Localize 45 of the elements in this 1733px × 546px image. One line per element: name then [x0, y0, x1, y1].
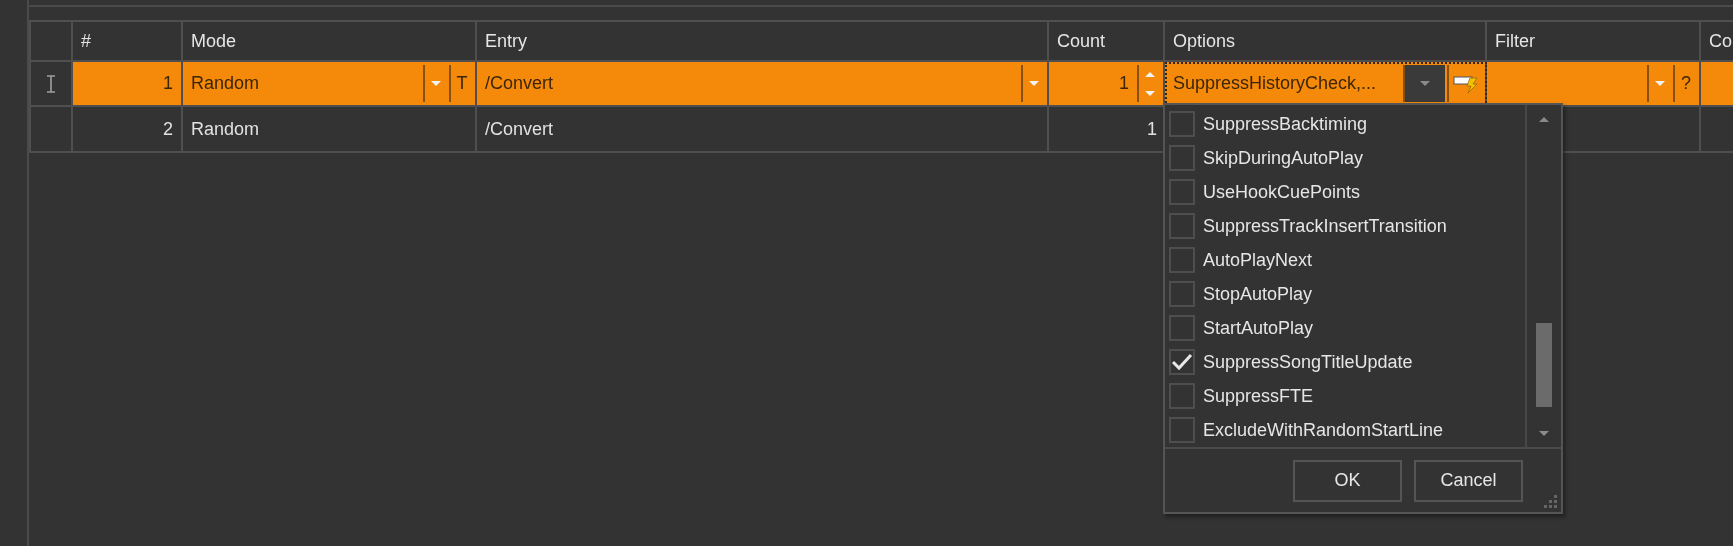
cell-text: 1	[1146, 118, 1158, 140]
checkbox[interactable]	[1169, 179, 1195, 205]
option-item[interactable]: SkipDuringAutoPlay	[1169, 141, 1525, 175]
option-item[interactable]: UseHookCuePoints	[1169, 175, 1525, 209]
caret-icon	[1419, 79, 1431, 88]
checkbox[interactable]	[1169, 213, 1195, 239]
checkbox[interactable]	[1169, 281, 1195, 307]
up-caret-icon	[1144, 69, 1156, 79]
cell-text: SuppressHistoryCheck,...	[1173, 73, 1378, 94]
row-number-cell: 2	[73, 107, 183, 153]
option-item[interactable]: SuppressTrackInsertTransition	[1169, 209, 1525, 243]
checkbox[interactable]	[1169, 145, 1195, 171]
scroll-down-icon	[1538, 429, 1550, 437]
caret-icon	[1654, 79, 1666, 88]
cell-text: /Convert	[485, 73, 555, 94]
checkbox[interactable]	[1169, 349, 1195, 375]
option-item[interactable]: StartAutoPlay	[1169, 311, 1525, 345]
checkbox[interactable]	[1169, 417, 1195, 443]
row-number-cell: 1	[73, 62, 183, 107]
option-item[interactable]: ExcludeWithRandomStartLine	[1169, 413, 1525, 447]
scroll-up-icon	[1538, 115, 1550, 123]
cell-text: /Convert	[485, 118, 555, 140]
row-indicator-cell[interactable]	[31, 107, 73, 153]
caret-icon	[1028, 79, 1040, 88]
cell-text: Random	[191, 73, 261, 94]
scrollbar-thumb[interactable]	[1536, 323, 1552, 407]
cell-text: 1	[1118, 73, 1130, 94]
ok-button[interactable]: OK	[1293, 459, 1402, 502]
caret-icon	[430, 79, 442, 88]
checkbox[interactable]	[1169, 315, 1195, 341]
text-cursor-icon	[45, 74, 57, 93]
checkbox[interactable]	[1169, 383, 1195, 409]
resize-grip-icon	[1544, 495, 1558, 509]
option-item[interactable]: StopAutoPlay	[1169, 277, 1525, 311]
option-item[interactable]: SuppressBacktiming	[1169, 107, 1525, 141]
lightning-icon	[1453, 73, 1479, 94]
check-icon	[1171, 353, 1193, 371]
checkbox[interactable]	[1169, 247, 1195, 273]
caret-icon	[1144, 88, 1156, 98]
cancel-button[interactable]: Cancel	[1414, 459, 1523, 502]
option-item[interactable]: SuppressFTE	[1169, 379, 1525, 413]
option-item[interactable]: SuppressSongTitleUpdate	[1169, 345, 1525, 379]
cell-text: Random	[191, 118, 261, 140]
option-item[interactable]: AutoPlayNext	[1169, 243, 1525, 277]
checkbox[interactable]	[1169, 111, 1195, 137]
